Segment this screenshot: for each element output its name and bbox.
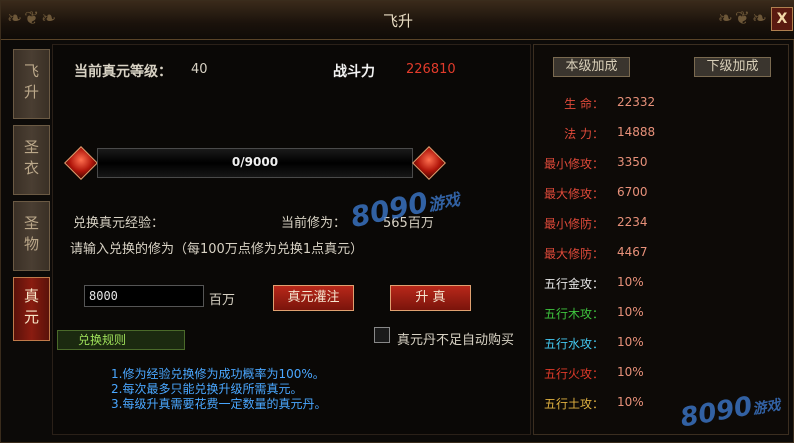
stat-row: 五行金攻： 10% (534, 275, 784, 291)
rule-item: 3.每级升真需要花费一定数量的真元丹。 (111, 397, 327, 411)
stat-value: 3350 (617, 155, 648, 169)
tab-holy-relic[interactable]: 圣物 (13, 201, 50, 271)
stat-value: 14888 (617, 125, 656, 139)
stat-row: 生 命： 22332 (534, 95, 784, 111)
close-button[interactable]: X (771, 7, 793, 31)
power-value: 226810 (406, 62, 456, 77)
tab-next-bonus[interactable]: 下级加成 (694, 57, 771, 77)
stat-label: 五行火攻： (543, 367, 604, 381)
stat-row: 五行木攻： 10% (534, 305, 784, 321)
stat-value: 22332 (617, 95, 656, 109)
stat-label: 生 命： (564, 97, 604, 111)
stat-row: 五行火攻： 10% (534, 365, 784, 381)
current-cultivation-label: 当前修为： (281, 216, 347, 231)
stat-label: 五行土攻： (543, 397, 604, 411)
stat-row: 法 力： 14888 (534, 125, 784, 141)
title-bar: ❧❦❧ ❧❦❧ 飞升 X (1, 1, 794, 40)
stat-value: 4467 (617, 245, 648, 259)
main-panel: 当前真元等级： 40 战斗力 226810 兑换真元经验： 当前修为： 565百… (52, 44, 531, 435)
bonus-panel: 本级加成 下级加成 生 命： 22332 法 力： 14888 最小修攻： 3350 最大修… (533, 44, 789, 435)
stat-value: 10% (617, 395, 644, 409)
stat-row: 最小修攻： 3350 (534, 155, 784, 171)
stat-row: 最小修防： 2234 (534, 215, 784, 231)
inject-button[interactable]: 真元灌注 (273, 285, 354, 311)
stat-row: 最大修防： 4467 (534, 245, 784, 261)
level-value: 40 (191, 62, 208, 77)
exchange-prompt: 请输入兑换的修为（每100万点修为兑换1点真元） (70, 242, 364, 257)
stat-value: 10% (617, 305, 644, 319)
stat-value: 6700 (617, 185, 648, 199)
stat-value: 10% (617, 335, 644, 349)
stat-label: 五行木攻： (543, 307, 604, 321)
unit-label: 百万 (209, 293, 236, 308)
stat-value: 10% (617, 365, 644, 379)
stat-label: 最大修防： (543, 247, 604, 261)
essence-progress-bar: 0/9000 (64, 144, 446, 182)
rules-button-label: 兑换规则 (78, 333, 127, 347)
window-title: 飞升 (382, 12, 413, 30)
level-label: 当前真元等级： (74, 64, 172, 80)
auto-buy-checkbox[interactable] (374, 327, 390, 343)
auto-buy-label: 真元丹不足自动购买 (397, 333, 515, 348)
stat-label: 最小修防： (543, 217, 604, 231)
stat-label: 五行金攻： (543, 277, 604, 291)
stat-row: 五行水攻： 10% (534, 335, 784, 351)
tab-true-essence[interactable]: 真元 (13, 277, 50, 341)
rules-button[interactable]: 兑换规则 (57, 330, 185, 350)
stat-label: 最大修攻： (543, 187, 604, 201)
cultivation-input[interactable]: 8000 (84, 285, 204, 307)
exchange-label: 兑换真元经验： (73, 216, 165, 231)
stat-row: 最大修攻： 6700 (534, 185, 784, 201)
stat-value: 2234 (617, 215, 648, 229)
tab-current-bonus[interactable]: 本级加成 (553, 57, 630, 77)
tab-ascend[interactable]: 飞升 (13, 49, 50, 119)
progress-text: 0/9000 (231, 155, 279, 169)
stat-label: 五行水攻： (543, 337, 604, 351)
power-label: 战斗力 (333, 64, 375, 80)
stat-label: 法 力： (564, 127, 604, 141)
stat-value: 10% (617, 275, 644, 289)
side-tabs: 飞升 圣衣 圣物 真元 (13, 49, 50, 347)
ascend-button[interactable]: 升 真 (390, 285, 471, 311)
tab-holy-robe[interactable]: 圣衣 (13, 125, 50, 195)
stat-label: 最小修攻： (543, 157, 604, 171)
